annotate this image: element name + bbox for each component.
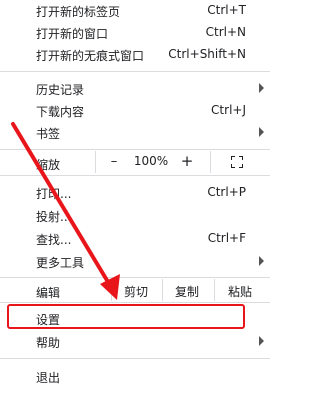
arrow-head [100,274,120,300]
arrow-shaft [11,122,113,289]
annotation-arrow [11,122,120,300]
